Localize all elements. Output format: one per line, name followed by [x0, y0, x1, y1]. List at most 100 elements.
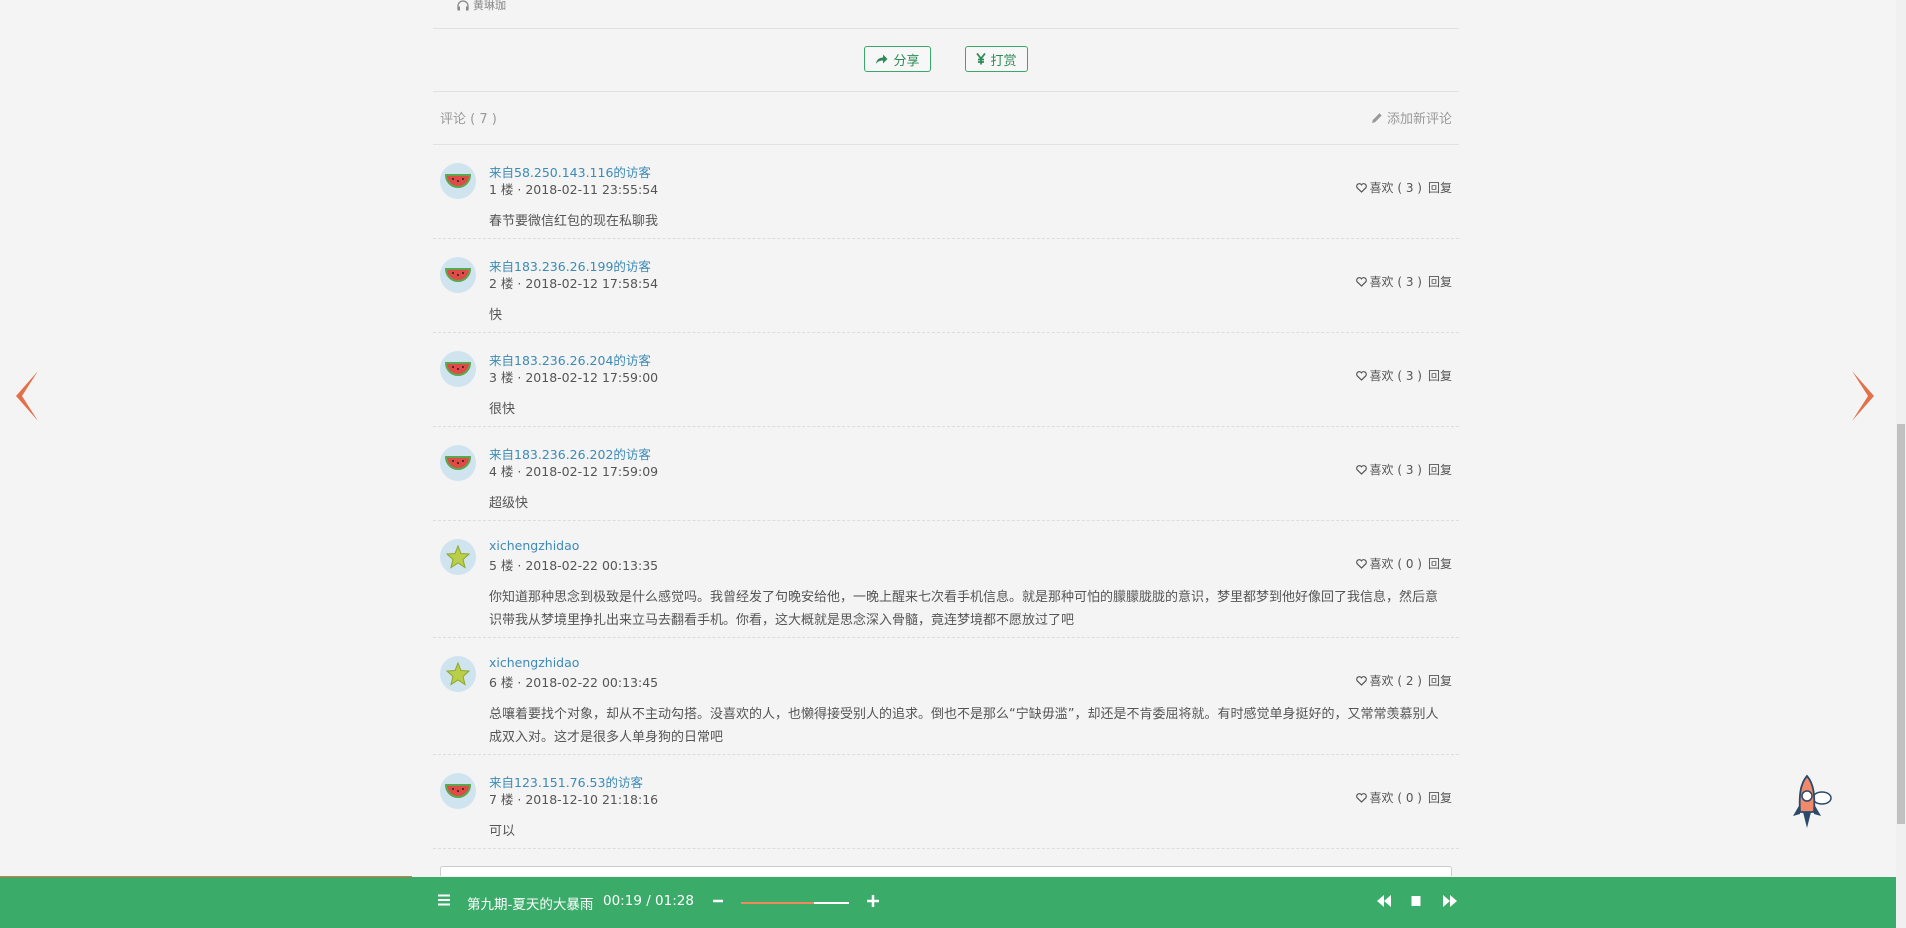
next-arrow-icon[interactable] — [1850, 370, 1876, 422]
reply-button[interactable]: 回复 — [1428, 461, 1452, 478]
volume-slider[interactable] — [741, 902, 849, 904]
minus-icon[interactable] — [712, 894, 724, 908]
plus-icon[interactable] — [866, 894, 880, 908]
comment-item: 来自123.151.76.53的访客 7 楼 · 2018-12-10 21:18… — [433, 755, 1459, 849]
starfruit-avatar-icon — [445, 661, 471, 686]
comment-text: 可以 — [489, 824, 516, 839]
like-button[interactable]: 喜欢 ( 2 ) — [1355, 672, 1422, 689]
comment-text: 春节要微信红包的现在私聊我 — [489, 214, 659, 229]
avatar — [440, 445, 476, 481]
comment-separator — [433, 848, 1459, 849]
heart-icon — [1355, 558, 1367, 569]
comment-meta: 7 楼 · 2018-12-10 21:18:16 — [489, 792, 659, 807]
avatar — [440, 163, 476, 199]
comment-text: 总嚷着要找个对象，却从不主动勾搭。没喜欢的人，也懒得接受别人的追求。倒也不是那么… — [489, 707, 1439, 745]
comment-author[interactable]: xichengzhidao — [489, 538, 579, 553]
comment-item: 来自58.250.143.116的访客 1 楼 · 2018-02-11 23:5… — [433, 145, 1459, 239]
reply-button[interactable]: 回复 — [1428, 273, 1452, 290]
watermelon-avatar-icon — [445, 784, 471, 798]
comment-item: 来自183.236.26.202的访客 4 楼 · 2018-02-12 17:5… — [433, 427, 1459, 521]
avatar — [440, 773, 476, 809]
comment-meta: 1 楼 · 2018-02-11 23:55:54 — [489, 182, 659, 197]
heart-icon — [1355, 276, 1367, 287]
share-label: 分享 — [893, 53, 920, 69]
reply-button[interactable]: 回复 — [1428, 179, 1452, 196]
track-title: 第九期-夏天的大暴雨 — [467, 897, 594, 913]
like-button[interactable]: 喜欢 ( 3 ) — [1355, 367, 1422, 384]
comment-meta: 3 楼 · 2018-02-12 17:59:00 — [489, 370, 659, 385]
heart-icon — [1355, 792, 1367, 803]
like-count: 喜欢 ( 3 ) — [1369, 463, 1422, 477]
like-count: 喜欢 ( 3 ) — [1369, 181, 1422, 195]
reply-button[interactable]: 回复 — [1428, 555, 1452, 572]
comments-header: 评论 ( 7 ) 添加新评论 — [440, 108, 1452, 127]
scrollbar-thumb[interactable] — [1897, 424, 1905, 824]
reply-button[interactable]: 回复 — [1428, 789, 1452, 806]
like-button[interactable]: 喜欢 ( 3 ) — [1355, 179, 1422, 196]
comment-meta: 5 楼 · 2018-02-22 00:13:35 — [489, 558, 659, 573]
comment-item: 来自183.236.26.204的访客 3 楼 · 2018-02-12 17:5… — [433, 333, 1459, 427]
menu-icon[interactable] — [437, 893, 451, 907]
like-button[interactable]: 喜欢 ( 0 ) — [1355, 555, 1422, 572]
headphone-icon — [457, 0, 469, 10]
volume-fill — [741, 902, 815, 904]
comment-meta: 2 楼 · 2018-02-12 17:58:54 — [489, 276, 659, 291]
yen-icon — [975, 53, 986, 65]
watermelon-avatar-icon — [445, 268, 471, 282]
comment-actions: 喜欢 ( 3 ) 回复 — [1355, 179, 1452, 196]
audio-player: 第九期-夏天的大暴雨 00:19 / 01:28 — [0, 877, 1896, 928]
watermelon-avatar-icon — [445, 362, 471, 376]
like-count: 喜欢 ( 0 ) — [1369, 791, 1422, 805]
comment-meta: 6 楼 · 2018-02-22 00:13:45 — [489, 675, 659, 690]
avatar — [440, 351, 476, 387]
previous-author-label: 黄琳珈 — [473, 0, 506, 12]
avatar — [440, 539, 476, 575]
heart-icon — [1355, 182, 1367, 193]
heart-icon — [1355, 464, 1367, 475]
reward-label: 打赏 — [990, 53, 1017, 69]
like-button[interactable]: 喜欢 ( 0 ) — [1355, 789, 1422, 806]
watermelon-avatar-icon — [445, 174, 471, 188]
divider — [433, 91, 1459, 92]
rewind-icon[interactable] — [1376, 894, 1392, 908]
reply-button[interactable]: 回复 — [1428, 672, 1452, 689]
comment-meta: 4 楼 · 2018-02-12 17:59:09 — [489, 464, 659, 479]
prev-arrow-icon[interactable] — [14, 370, 40, 422]
like-count: 喜欢 ( 0 ) — [1369, 557, 1422, 571]
share-icon — [876, 54, 888, 64]
avatar — [440, 656, 476, 692]
comment-text: 快 — [489, 308, 503, 323]
scrollbar[interactable] — [1896, 0, 1906, 928]
like-count: 喜欢 ( 3 ) — [1369, 369, 1422, 383]
previous-author[interactable]: 黄琳珈 — [457, 0, 506, 13]
pencil-icon — [1371, 112, 1382, 123]
comment-actions: 喜欢 ( 3 ) 回复 — [1355, 273, 1452, 290]
comment-author[interactable]: xichengzhidao — [489, 655, 579, 670]
comment-actions: 喜欢 ( 3 ) 回复 — [1355, 461, 1452, 478]
comment-actions: 喜欢 ( 3 ) 回复 — [1355, 367, 1452, 384]
rocket-icon[interactable] — [1788, 774, 1832, 838]
heart-icon — [1355, 675, 1367, 686]
article-footer: 黄琳珈 分享 打赏 评论 ( 7 ) 添加新评论 来自58.250.143.11… — [433, 0, 1459, 876]
like-button[interactable]: 喜欢 ( 3 ) — [1355, 273, 1422, 290]
starfruit-avatar-icon — [445, 544, 471, 569]
like-button[interactable]: 喜欢 ( 3 ) — [1355, 461, 1422, 478]
add-comment-link[interactable]: 添加新评论 — [1371, 108, 1452, 127]
avatar — [440, 257, 476, 293]
divider — [433, 28, 1459, 29]
track-time: 00:19 / 01:28 — [603, 893, 694, 909]
comment-item: xichengzhidao 6 楼 · 2018-02-22 00:13:45 喜欢… — [433, 638, 1459, 755]
stop-icon[interactable] — [1410, 894, 1422, 908]
comments-title: 评论 ( 7 ) — [440, 112, 497, 127]
share-button[interactable]: 分享 — [864, 46, 931, 72]
heart-icon — [1355, 370, 1367, 381]
comment-actions: 喜欢 ( 0 ) 回复 — [1355, 555, 1452, 572]
comment-actions: 喜欢 ( 0 ) 回复 — [1355, 789, 1452, 806]
reward-button[interactable]: 打赏 — [964, 46, 1028, 72]
reply-button[interactable]: 回复 — [1428, 367, 1452, 384]
comment-input-box[interactable] — [440, 866, 1452, 876]
fast-forward-icon[interactable] — [1442, 894, 1458, 908]
comment-item: 来自183.236.26.199的访客 2 楼 · 2018-02-12 17:5… — [433, 239, 1459, 333]
like-count: 喜欢 ( 2 ) — [1369, 674, 1422, 688]
comment-text: 你知道那种思念到极致是什么感觉吗。我曾经发了句晚安给他，一晚上醒来七次看手机信息… — [489, 590, 1439, 628]
